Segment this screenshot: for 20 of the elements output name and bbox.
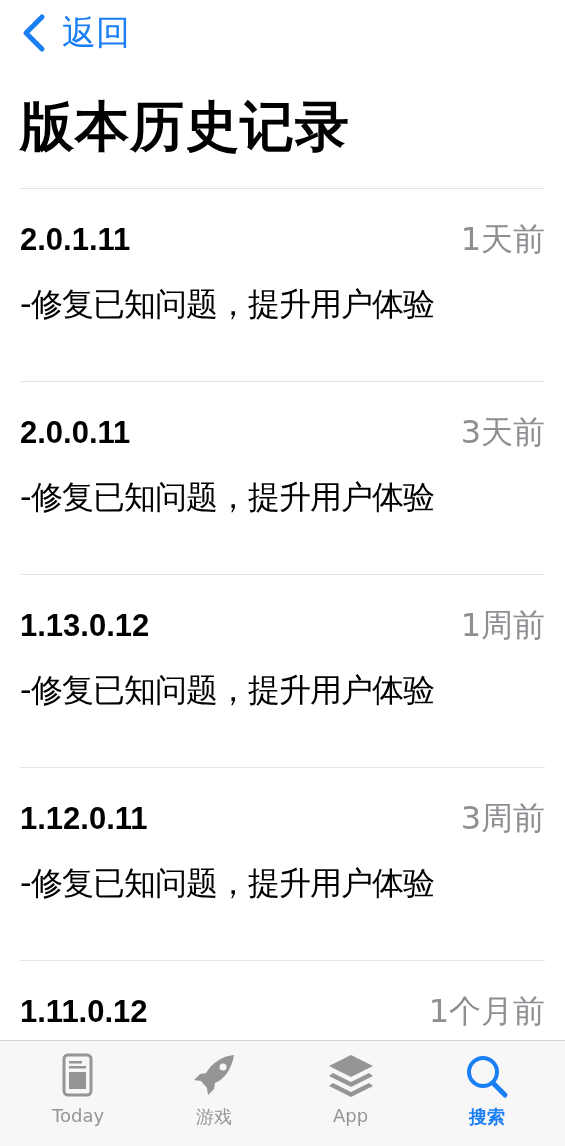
tab[interactable]: Today bbox=[23, 1053, 134, 1126]
release-date: 3天前 bbox=[460, 412, 545, 453]
release-date: 1周前 bbox=[460, 605, 545, 646]
release-notes: -修复已知问题，提升用户体验 bbox=[20, 477, 435, 518]
release-date: 1个月前 bbox=[428, 991, 545, 1032]
release-notes: -修复已知问题，提升用户体验 bbox=[20, 863, 435, 904]
tab[interactable]: 搜索 bbox=[431, 1053, 542, 1129]
release-date: 1天前 bbox=[460, 219, 545, 260]
version-number: 1.11.0.12 bbox=[20, 994, 148, 1030]
version-number: 1.13.0.12 bbox=[20, 608, 150, 644]
version-number: 2.0.0.11 bbox=[20, 415, 131, 451]
release-date: 3周前 bbox=[460, 798, 545, 839]
version-number: 1.12.0.11 bbox=[20, 801, 148, 837]
tab[interactable]: App bbox=[295, 1053, 406, 1126]
page-title: 版本历史记录 bbox=[20, 93, 351, 160]
release-notes: -修复已知问题，提升用户体验 bbox=[20, 284, 435, 325]
back-button[interactable]: 返回 bbox=[20, 0, 130, 66]
tab[interactable]: 游戏 bbox=[159, 1053, 270, 1129]
version-number: 2.0.1.11 bbox=[20, 222, 131, 258]
release-notes: -修复已知问题，提升用户体验 bbox=[20, 670, 435, 711]
